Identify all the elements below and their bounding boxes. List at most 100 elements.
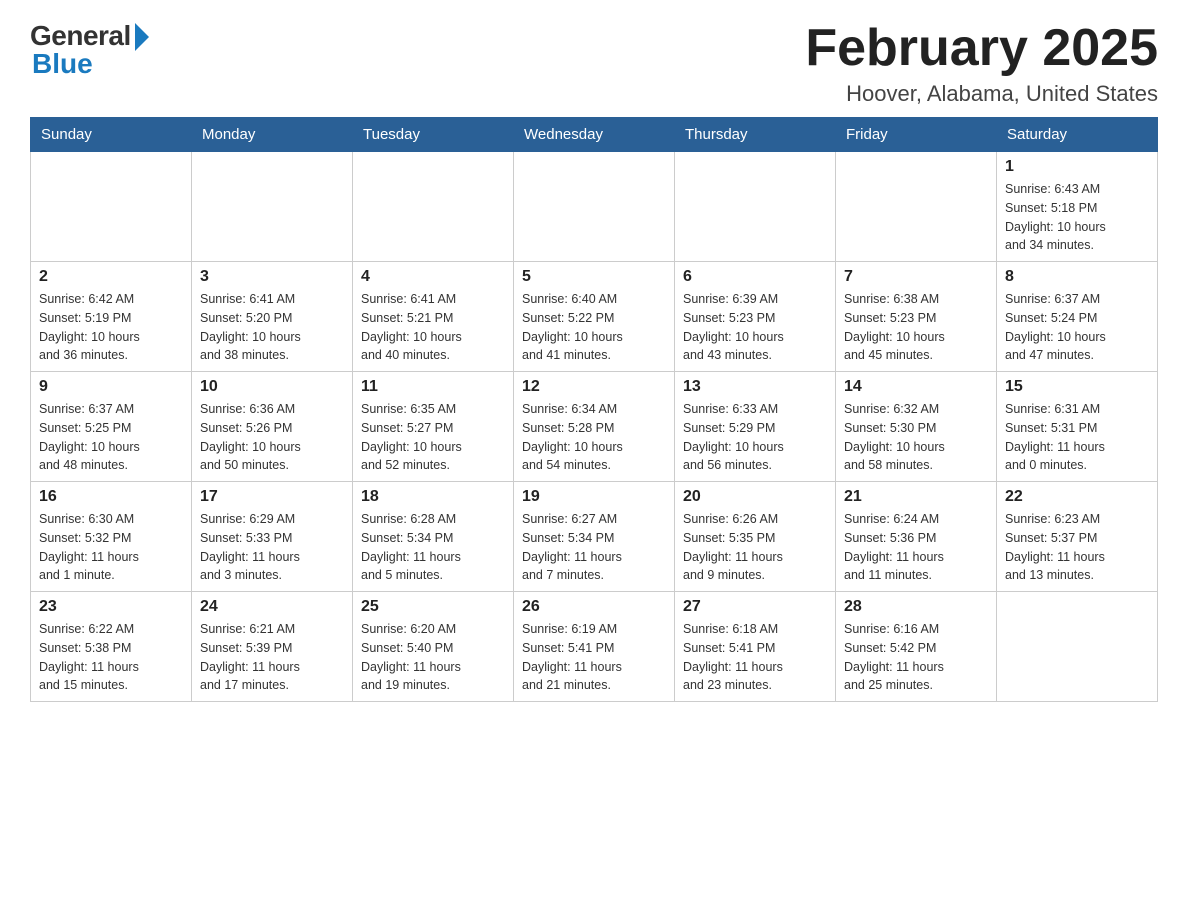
day-number: 23 <box>39 598 183 616</box>
day-number: 18 <box>361 488 505 506</box>
day-info: Sunrise: 6:37 AM Sunset: 5:24 PM Dayligh… <box>1005 290 1149 365</box>
day-info: Sunrise: 6:30 AM Sunset: 5:32 PM Dayligh… <box>39 510 183 585</box>
day-info: Sunrise: 6:33 AM Sunset: 5:29 PM Dayligh… <box>683 400 827 475</box>
day-info: Sunrise: 6:22 AM Sunset: 5:38 PM Dayligh… <box>39 620 183 695</box>
week-row-5: 23 Sunrise: 6:22 AM Sunset: 5:38 PM Dayli… <box>31 592 1158 702</box>
day-number: 14 <box>844 378 988 396</box>
day-info: Sunrise: 6:36 AM Sunset: 5:26 PM Dayligh… <box>200 400 344 475</box>
day-cell: 9 Sunrise: 6:37 AM Sunset: 5:25 PM Daylig… <box>31 372 192 482</box>
day-info: Sunrise: 6:28 AM Sunset: 5:34 PM Dayligh… <box>361 510 505 585</box>
weekday-header-saturday: Saturday <box>997 118 1158 152</box>
day-cell <box>997 592 1158 702</box>
day-number: 25 <box>361 598 505 616</box>
day-cell: 10 Sunrise: 6:36 AM Sunset: 5:26 PM Dayli… <box>192 372 353 482</box>
day-info: Sunrise: 6:32 AM Sunset: 5:30 PM Dayligh… <box>844 400 988 475</box>
day-cell: 5Sunrise: 6:40 AM Sunset: 5:22 PM Daylig… <box>514 262 675 372</box>
day-cell: 15 Sunrise: 6:31 AM Sunset: 5:31 PM Dayli… <box>997 372 1158 482</box>
day-cell: 7Sunrise: 6:38 AM Sunset: 5:23 PM Daylig… <box>836 262 997 372</box>
day-cell: 6 Sunrise: 6:39 AM Sunset: 5:23 PM Daylig… <box>675 262 836 372</box>
day-number: 8 <box>1005 268 1149 286</box>
day-cell: 22Sunrise: 6:23 AM Sunset: 5:37 PM Dayli… <box>997 482 1158 592</box>
day-cell: 12 Sunrise: 6:34 AM Sunset: 5:28 PM Dayli… <box>514 372 675 482</box>
day-cell: 26 Sunrise: 6:19 AM Sunset: 5:41 PM Dayli… <box>514 592 675 702</box>
week-row-3: 9 Sunrise: 6:37 AM Sunset: 5:25 PM Daylig… <box>31 372 1158 482</box>
day-info: Sunrise: 6:37 AM Sunset: 5:25 PM Dayligh… <box>39 400 183 475</box>
day-number: 1 <box>1005 158 1149 176</box>
day-cell: 4 Sunrise: 6:41 AM Sunset: 5:21 PM Daylig… <box>353 262 514 372</box>
weekday-header-friday: Friday <box>836 118 997 152</box>
day-cell: 1 Sunrise: 6:43 AM Sunset: 5:18 PM Daylig… <box>997 152 1158 262</box>
day-cell: 13 Sunrise: 6:33 AM Sunset: 5:29 PM Dayli… <box>675 372 836 482</box>
day-cell <box>514 152 675 262</box>
day-info: Sunrise: 6:42 AM Sunset: 5:19 PM Dayligh… <box>39 290 183 365</box>
day-number: 12 <box>522 378 666 396</box>
day-info: Sunrise: 6:34 AM Sunset: 5:28 PM Dayligh… <box>522 400 666 475</box>
day-info: Sunrise: 6:20 AM Sunset: 5:40 PM Dayligh… <box>361 620 505 695</box>
day-info: Sunrise: 6:40 AM Sunset: 5:22 PM Dayligh… <box>522 290 666 365</box>
day-info: Sunrise: 6:29 AM Sunset: 5:33 PM Dayligh… <box>200 510 344 585</box>
weekday-header-thursday: Thursday <box>675 118 836 152</box>
week-row-2: 2 Sunrise: 6:42 AM Sunset: 5:19 PM Daylig… <box>31 262 1158 372</box>
day-cell: 3 Sunrise: 6:41 AM Sunset: 5:20 PM Daylig… <box>192 262 353 372</box>
day-info: Sunrise: 6:26 AM Sunset: 5:35 PM Dayligh… <box>683 510 827 585</box>
day-cell <box>353 152 514 262</box>
page-header: General Blue February 2025 Hoover, Alaba… <box>30 20 1158 107</box>
day-number: 24 <box>200 598 344 616</box>
day-cell: 21 Sunrise: 6:24 AM Sunset: 5:36 PM Dayli… <box>836 482 997 592</box>
weekday-header-monday: Monday <box>192 118 353 152</box>
day-cell: 2 Sunrise: 6:42 AM Sunset: 5:19 PM Daylig… <box>31 262 192 372</box>
day-cell: 14 Sunrise: 6:32 AM Sunset: 5:30 PM Dayli… <box>836 372 997 482</box>
logo-arrow-icon <box>135 23 149 51</box>
day-info: Sunrise: 6:27 AM Sunset: 5:34 PM Dayligh… <box>522 510 666 585</box>
calendar-title: February 2025 <box>805 20 1158 77</box>
calendar-subtitle: Hoover, Alabama, United States <box>805 81 1158 107</box>
day-cell <box>836 152 997 262</box>
day-number: 3 <box>200 268 344 286</box>
day-info: Sunrise: 6:39 AM Sunset: 5:23 PM Dayligh… <box>683 290 827 365</box>
day-number: 2 <box>39 268 183 286</box>
day-number: 6 <box>683 268 827 286</box>
weekday-header-row: SundayMondayTuesdayWednesdayThursdayFrid… <box>31 118 1158 152</box>
day-cell: 28 Sunrise: 6:16 AM Sunset: 5:42 PM Dayli… <box>836 592 997 702</box>
day-number: 20 <box>683 488 827 506</box>
day-cell: 24 Sunrise: 6:21 AM Sunset: 5:39 PM Dayli… <box>192 592 353 702</box>
day-number: 15 <box>1005 378 1149 396</box>
title-block: February 2025 Hoover, Alabama, United St… <box>805 20 1158 107</box>
day-cell: 19 Sunrise: 6:27 AM Sunset: 5:34 PM Dayli… <box>514 482 675 592</box>
day-info: Sunrise: 6:16 AM Sunset: 5:42 PM Dayligh… <box>844 620 988 695</box>
day-info: Sunrise: 6:31 AM Sunset: 5:31 PM Dayligh… <box>1005 400 1149 475</box>
day-cell: 11 Sunrise: 6:35 AM Sunset: 5:27 PM Dayli… <box>353 372 514 482</box>
day-info: Sunrise: 6:24 AM Sunset: 5:36 PM Dayligh… <box>844 510 988 585</box>
day-number: 4 <box>361 268 505 286</box>
week-row-4: 16 Sunrise: 6:30 AM Sunset: 5:32 PM Dayli… <box>31 482 1158 592</box>
day-info: Sunrise: 6:41 AM Sunset: 5:21 PM Dayligh… <box>361 290 505 365</box>
calendar-table: SundayMondayTuesdayWednesdayThursdayFrid… <box>30 117 1158 702</box>
day-cell <box>31 152 192 262</box>
day-info: Sunrise: 6:41 AM Sunset: 5:20 PM Dayligh… <box>200 290 344 365</box>
day-number: 11 <box>361 378 505 396</box>
day-number: 9 <box>39 378 183 396</box>
day-number: 16 <box>39 488 183 506</box>
logo: General Blue <box>30 20 149 80</box>
day-number: 22 <box>1005 488 1149 506</box>
weekday-header-wednesday: Wednesday <box>514 118 675 152</box>
day-info: Sunrise: 6:21 AM Sunset: 5:39 PM Dayligh… <box>200 620 344 695</box>
day-cell <box>675 152 836 262</box>
day-number: 17 <box>200 488 344 506</box>
day-number: 13 <box>683 378 827 396</box>
day-cell: 27 Sunrise: 6:18 AM Sunset: 5:41 PM Dayli… <box>675 592 836 702</box>
day-number: 28 <box>844 598 988 616</box>
day-number: 10 <box>200 378 344 396</box>
day-number: 19 <box>522 488 666 506</box>
day-number: 26 <box>522 598 666 616</box>
day-cell: 20 Sunrise: 6:26 AM Sunset: 5:35 PM Dayli… <box>675 482 836 592</box>
day-info: Sunrise: 6:43 AM Sunset: 5:18 PM Dayligh… <box>1005 180 1149 255</box>
day-number: 27 <box>683 598 827 616</box>
weekday-header-tuesday: Tuesday <box>353 118 514 152</box>
logo-blue-text: Blue <box>30 48 93 80</box>
day-info: Sunrise: 6:19 AM Sunset: 5:41 PM Dayligh… <box>522 620 666 695</box>
day-info: Sunrise: 6:35 AM Sunset: 5:27 PM Dayligh… <box>361 400 505 475</box>
day-info: Sunrise: 6:18 AM Sunset: 5:41 PM Dayligh… <box>683 620 827 695</box>
day-number: 21 <box>844 488 988 506</box>
weekday-header-sunday: Sunday <box>31 118 192 152</box>
